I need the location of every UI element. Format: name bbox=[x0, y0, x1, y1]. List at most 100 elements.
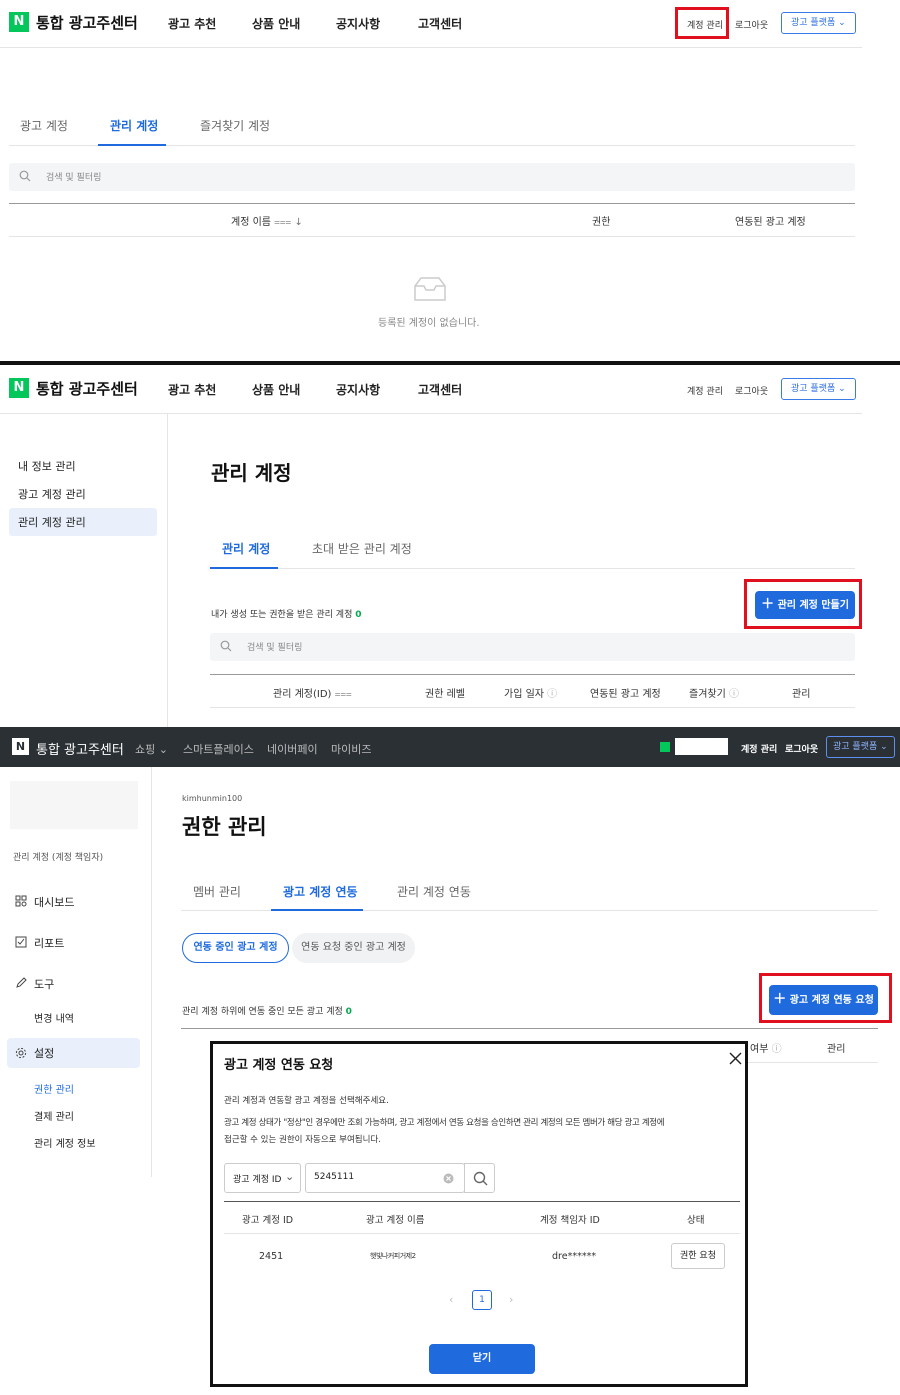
info-icon[interactable]: ⓘ bbox=[547, 689, 557, 700]
nav-notice[interactable]: 공지사항 bbox=[336, 381, 380, 398]
modal-column-ad-account-id: 광고 계정 ID bbox=[242, 1215, 294, 1226]
row-ad-account-name: 햇빛나커피거제2 bbox=[370, 1252, 416, 1260]
redacted-user-name bbox=[675, 738, 728, 755]
count-value: 0 bbox=[345, 1007, 352, 1017]
nav-ad-recommend[interactable]: 광고 추천 bbox=[168, 15, 216, 32]
request-permission-button[interactable]: 권한 요청 bbox=[671, 1243, 725, 1269]
count-value: 0 bbox=[355, 610, 362, 620]
nav-notice[interactable]: 공지사항 bbox=[336, 15, 380, 32]
sidebar-item-ad-account[interactable]: 광고 계정 관리 bbox=[18, 486, 86, 502]
count-label: 관리 계정 하위에 연동 중인 모든 광고 계정 bbox=[182, 1007, 343, 1017]
tabs-divider bbox=[210, 568, 855, 569]
sidebar-item-tools[interactable]: 도구 bbox=[34, 976, 54, 992]
search-type-value: 광고 계정 ID bbox=[233, 1175, 282, 1185]
nav-product-info[interactable]: 상품 안내 bbox=[252, 15, 300, 32]
nav-product-info[interactable]: 상품 안내 bbox=[252, 381, 300, 398]
nav-smartplace[interactable]: 스마트플레이스 bbox=[183, 741, 254, 757]
account-manage-link[interactable]: 계정 관리 bbox=[687, 384, 723, 397]
naver-logo-icon[interactable]: N bbox=[9, 12, 29, 32]
column-manage: 관리 bbox=[827, 1044, 846, 1055]
prev-page-icon[interactable]: ‹ bbox=[449, 1293, 453, 1306]
tab-manager-account[interactable]: 관리 계정 bbox=[110, 117, 158, 134]
table-header-border bbox=[740, 1062, 878, 1063]
sidebar-subitem-manager-info[interactable]: 관리 계정 정보 bbox=[34, 1135, 96, 1150]
tab-member-manage[interactable]: 멤버 관리 bbox=[193, 883, 241, 900]
ad-platform-label: 광고 플랫폼 bbox=[791, 384, 836, 394]
sidebar-item-label: 관리 계정 관리 bbox=[18, 516, 86, 529]
sidebar-item-settings-label: 설정 bbox=[34, 1047, 55, 1060]
modal-close-button[interactable]: 닫기 bbox=[429, 1344, 535, 1374]
highlight-box bbox=[675, 7, 729, 39]
search-type-select[interactable]: 광고 계정 ID ⌄ bbox=[224, 1163, 301, 1193]
highlight-box bbox=[744, 579, 862, 629]
tab-invited-manager-account[interactable]: 초대 받은 관리 계정 bbox=[312, 540, 412, 557]
page-number-current[interactable]: 1 bbox=[472, 1290, 492, 1310]
nav-customer-center[interactable]: 고객센터 bbox=[418, 15, 462, 32]
nav-mybiz[interactable]: 마이비즈 bbox=[331, 741, 371, 757]
tab-ad-account-link[interactable]: 광고 계정 연동 bbox=[283, 883, 358, 900]
sidebar-subitem-billing[interactable]: 결제 관리 bbox=[34, 1108, 74, 1123]
header-divider bbox=[0, 47, 862, 48]
tab-manager-account[interactable]: 관리 계정 bbox=[222, 540, 270, 557]
logout-link[interactable]: 로그아웃 bbox=[735, 384, 768, 397]
search-input[interactable]: 5245111 bbox=[305, 1163, 465, 1193]
search-bar[interactable]: 검색 및 필터링 bbox=[9, 163, 855, 191]
sidebar-item-report[interactable]: 리포트 bbox=[34, 935, 64, 951]
column-manage: 관리 bbox=[792, 689, 811, 700]
search-button[interactable] bbox=[464, 1163, 495, 1193]
tab-active-indicator bbox=[98, 144, 166, 146]
modal-column-ad-account-name: 광고 계정 이름 bbox=[366, 1215, 425, 1226]
search-icon bbox=[19, 170, 31, 182]
next-page-icon[interactable]: › bbox=[509, 1293, 513, 1306]
table-top-border bbox=[210, 674, 855, 675]
nav-ad-recommend[interactable]: 광고 추천 bbox=[168, 381, 216, 398]
brand-title[interactable]: 통합 광고주센터 bbox=[36, 12, 138, 33]
column-manager-id[interactable]: 관리 계정(ID) ⩶ bbox=[273, 685, 352, 700]
ad-platform-button[interactable]: 광고 플랫폼 ⌄ bbox=[781, 378, 856, 400]
table-header-border bbox=[210, 707, 855, 708]
close-icon[interactable] bbox=[729, 1052, 742, 1065]
tab-manager-account-link[interactable]: 관리 계정 연동 bbox=[397, 883, 471, 900]
search-bar[interactable]: 검색 및 필터링 bbox=[210, 633, 855, 661]
ad-platform-button[interactable]: 광고 플랫폼 ⌄ bbox=[781, 12, 856, 34]
brand-title[interactable]: 통합 광고주센터 bbox=[36, 378, 138, 399]
chevron-down-icon: ⌄ bbox=[158, 743, 168, 756]
sidebar-item-my-info[interactable]: 내 정보 관리 bbox=[18, 458, 76, 474]
page-title: 권한 관리 bbox=[182, 815, 267, 839]
tab-ad-account[interactable]: 광고 계정 bbox=[20, 117, 68, 134]
sidebar-item-dashboard[interactable]: 대시보드 bbox=[34, 894, 74, 910]
nav-naverpay[interactable]: 네이버페이 bbox=[267, 741, 318, 757]
sidebar-subitem-change-history[interactable]: 변경 내역 bbox=[34, 1010, 74, 1025]
modal-column-status: 상태 bbox=[687, 1215, 705, 1226]
info-icon[interactable]: ⓘ bbox=[729, 689, 739, 700]
nav-shopping[interactable]: 쇼핑 ⌄ bbox=[135, 741, 168, 757]
highlight-box bbox=[759, 973, 892, 1023]
clear-input-icon[interactable] bbox=[443, 1173, 454, 1184]
row-owner-id: dre****** bbox=[552, 1251, 597, 1262]
sidebar-subitem-permission[interactable]: 권한 관리 bbox=[34, 1081, 74, 1096]
column-join-date-label: 가입 일자 bbox=[504, 689, 544, 700]
tab-favorite-account[interactable]: 즐겨찾기 계정 bbox=[200, 117, 270, 134]
sort-down-icon[interactable]: ↓ bbox=[294, 217, 302, 228]
pill-pending-ad-accounts[interactable]: 연동 요청 중인 광고 계정 bbox=[292, 933, 415, 963]
sidebar-item-manager-account[interactable]: 관리 계정 관리 bbox=[9, 508, 157, 536]
info-icon[interactable]: ⓘ bbox=[772, 1044, 782, 1055]
naver-logo-icon[interactable]: N bbox=[9, 378, 29, 398]
filter-icon[interactable]: ⩶ bbox=[274, 217, 291, 228]
brand-title[interactable]: 통합 광고주센터 bbox=[36, 739, 124, 758]
modal-title: 광고 계정 연동 요청 bbox=[224, 1058, 334, 1073]
sidebar-item-settings[interactable]: 설정 bbox=[7, 1038, 140, 1068]
modal-column-owner-id: 계정 책임자 ID bbox=[540, 1215, 600, 1226]
filter-icon[interactable]: ⩶ bbox=[335, 689, 352, 700]
column-favorites: 즐겨찾기 ⓘ bbox=[689, 685, 739, 700]
pill-linked-ad-accounts[interactable]: 연동 중인 광고 계정 bbox=[182, 933, 289, 963]
nav-customer-center[interactable]: 고객센터 bbox=[418, 381, 462, 398]
account-manage-link[interactable]: 계정 관리 bbox=[741, 742, 777, 755]
logout-link[interactable]: 로그아웃 bbox=[735, 18, 768, 31]
table-top-border bbox=[181, 1028, 878, 1029]
naver-logo-icon[interactable]: N bbox=[12, 738, 29, 755]
ad-platform-button[interactable]: 광고 플랫폼 ⌄ bbox=[826, 736, 895, 758]
logout-link[interactable]: 로그아웃 bbox=[785, 742, 818, 755]
column-account-name-label: 계정 이름 bbox=[231, 217, 271, 228]
column-account-name[interactable]: 계정 이름 ⩶ ↓ bbox=[231, 213, 303, 228]
